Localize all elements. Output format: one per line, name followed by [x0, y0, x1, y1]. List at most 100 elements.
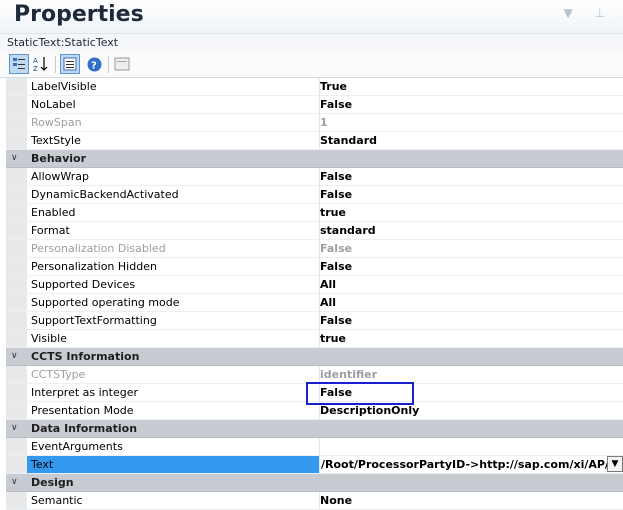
property-name[interactable]: NoLabel	[27, 96, 320, 113]
property-name[interactable]: Presentation Mode	[27, 402, 320, 419]
object-label: StaticText:StaticText	[7, 36, 119, 49]
collapse-chevron-icon[interactable]: ∨	[11, 474, 18, 491]
property-name[interactable]: LabelVisible	[27, 78, 320, 95]
property-name[interactable]: Supported operating mode	[27, 294, 320, 311]
property-name[interactable]: AllowWrap	[27, 168, 320, 185]
row-gutter	[6, 240, 27, 257]
property-value[interactable]: true	[320, 204, 623, 221]
property-value[interactable]: /Root/ProcessorPartyID->http://sap.com/x…	[321, 456, 607, 473]
property-row[interactable]: AllowWrap False	[6, 168, 623, 186]
property-name[interactable]: Interpret as integer	[27, 384, 320, 401]
property-name[interactable]: Visible	[27, 330, 320, 347]
category-label: Data Information	[31, 422, 138, 435]
property-value[interactable]: Standard	[320, 132, 623, 149]
property-row[interactable]: Semantic None	[6, 492, 623, 510]
property-value[interactable]: False	[320, 168, 623, 185]
property-value[interactable]: None	[320, 492, 623, 509]
property-value[interactable]: False	[320, 240, 623, 257]
property-row[interactable]: Enabled true	[6, 204, 623, 222]
property-value[interactable]: All	[320, 276, 623, 293]
property-row[interactable]: Format standard	[6, 222, 623, 240]
row-gutter	[6, 222, 27, 239]
properties-icon[interactable]	[60, 54, 80, 74]
property-name[interactable]: Personalization Disabled	[27, 240, 320, 257]
property-value[interactable]: true	[320, 330, 623, 347]
property-name[interactable]: CCTSType	[27, 366, 320, 383]
chevron-down-icon[interactable]: ▼	[607, 456, 623, 472]
category-header[interactable]: ∨ CCTS Information	[6, 348, 623, 366]
svg-text:?: ?	[91, 60, 97, 71]
property-value[interactable]: False	[320, 186, 623, 203]
property-row[interactable]: Personalization Disabled False	[6, 240, 623, 258]
property-name[interactable]: RowSpan	[27, 114, 320, 131]
row-gutter	[6, 186, 27, 203]
property-name[interactable]: EventArguments	[27, 438, 320, 455]
row-gutter	[6, 204, 27, 221]
property-value[interactable]: identifier	[320, 366, 623, 383]
help-icon[interactable]: ?	[84, 54, 104, 74]
categorized-icon[interactable]	[9, 54, 29, 74]
row-gutter	[6, 294, 27, 311]
row-gutter	[6, 312, 27, 329]
property-name[interactable]: SupportTextFormatting	[27, 312, 320, 329]
category-label: CCTS Information	[31, 350, 140, 363]
property-value[interactable]	[320, 438, 623, 455]
property-value[interactable]: False	[320, 312, 623, 329]
property-name[interactable]: TextStyle	[27, 132, 320, 149]
property-value[interactable]: 1	[320, 114, 623, 131]
row-gutter	[6, 330, 27, 347]
property-row[interactable]: NoLabel False	[6, 96, 623, 114]
collapse-chevron-icon[interactable]: ∨	[11, 420, 18, 437]
category-label: Design	[31, 476, 74, 489]
pin-icon[interactable]: ⊥	[595, 6, 605, 20]
property-name[interactable]: Text	[27, 456, 320, 473]
svg-text:A: A	[33, 57, 38, 65]
row-gutter	[6, 384, 27, 401]
property-row[interactable]: DynamicBackendActivated False	[6, 186, 623, 204]
property-value-input[interactable]: /Root/ProcessorPartyID->http://sap.com/x…	[320, 456, 623, 473]
property-value[interactable]: False	[320, 96, 623, 113]
property-value[interactable]: standard	[320, 222, 623, 239]
property-name[interactable]: Supported Devices	[27, 276, 320, 293]
dropdown-icon[interactable]: ▼	[563, 6, 572, 20]
property-row[interactable]: Text/Root/ProcessorPartyID->http://sap.c…	[6, 456, 623, 474]
svg-text:Z: Z	[33, 65, 38, 72]
object-selector[interactable]: StaticText:StaticText	[0, 33, 623, 53]
row-gutter	[6, 96, 27, 113]
property-row[interactable]: Supported Devices All	[6, 276, 623, 294]
row-gutter	[6, 132, 27, 149]
panel-window-controls: ▼ ⊥	[545, 6, 605, 20]
property-row[interactable]: SupportTextFormatting False	[6, 312, 623, 330]
pages-icon[interactable]	[112, 54, 132, 74]
row-gutter	[6, 366, 27, 383]
property-row[interactable]: TextStyle Standard	[6, 132, 623, 150]
property-name[interactable]: Format	[27, 222, 320, 239]
property-name[interactable]: Semantic	[27, 492, 320, 509]
collapse-chevron-icon[interactable]: ∨	[11, 348, 18, 365]
alphabetical-icon[interactable]: AZ	[31, 54, 51, 74]
collapse-chevron-icon[interactable]: ∨	[11, 150, 18, 167]
row-gutter	[6, 402, 27, 419]
property-value[interactable]: False	[320, 258, 623, 275]
property-row[interactable]: Visible true	[6, 330, 623, 348]
row-gutter	[6, 456, 27, 473]
row-gutter	[6, 438, 27, 455]
category-label: Behavior	[31, 152, 87, 165]
property-row[interactable]: EventArguments	[6, 438, 623, 456]
property-value[interactable]: All	[320, 294, 623, 311]
row-gutter	[6, 276, 27, 293]
row-gutter	[6, 168, 27, 185]
property-name[interactable]: Personalization Hidden	[27, 258, 320, 275]
property-row[interactable]: RowSpan 1	[6, 114, 623, 132]
property-value[interactable]: True	[320, 78, 623, 95]
category-header[interactable]: ∨ Design	[6, 474, 623, 492]
row-gutter	[6, 78, 27, 95]
property-row[interactable]: Supported operating mode All	[6, 294, 623, 312]
category-header[interactable]: ∨ Behavior	[6, 150, 623, 168]
property-name[interactable]: Enabled	[27, 204, 320, 221]
row-gutter	[6, 492, 27, 509]
category-header[interactable]: ∨ Data Information	[6, 420, 623, 438]
property-name[interactable]: DynamicBackendActivated	[27, 186, 320, 203]
property-row[interactable]: Personalization Hidden False	[6, 258, 623, 276]
property-row[interactable]: LabelVisible True	[6, 78, 623, 96]
